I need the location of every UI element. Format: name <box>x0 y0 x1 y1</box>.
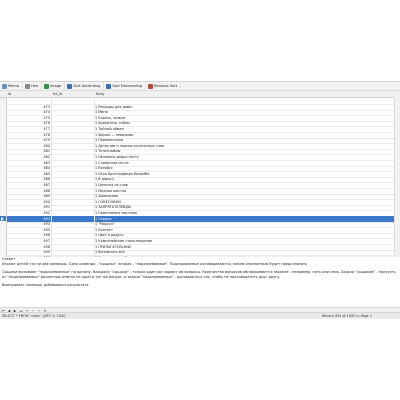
grid-header: id tid_id Body <box>0 91 400 98</box>
toolbar-button-sort-descending[interactable]: Sort Descending <box>104 82 147 90</box>
toolbar: Memo Hex Image Sort Ascending Sort Descendin… <box>0 82 400 91</box>
app-window: Memo Hex Image Sort Ascending Sort Descendin… <box>0 81 400 319</box>
sort-ascending-icon <box>67 83 73 89</box>
detail-paragraph-1: Играют детей что ни две команды. Одна ко… <box>2 262 308 266</box>
toolbar-button-image[interactable]: Image <box>42 82 66 90</box>
detail-paragraph-3: Выигрывает команда, добившаяся результат… <box>2 283 89 287</box>
column-header-tid[interactable]: tid_id <box>53 92 62 96</box>
status-query: SELECT * FROM `main` LIMIT 0, 1000 <box>2 314 66 318</box>
hex-icon <box>25 83 31 89</box>
sort-descending-icon <box>106 83 112 89</box>
toolbar-button-label: Sort Descending <box>112 84 143 88</box>
status-bar: SELECT * FROM `main` LIMIT 0, 1000 Recor… <box>0 312 400 319</box>
toolbar-button-label: Remove Sort <box>154 84 178 88</box>
current-row-arrow-icon <box>1 216 4 221</box>
toolbar-button-hex[interactable]: Hex <box>23 82 42 90</box>
data-grid[interactable]: id tid_id Body 473 1 Рекорды для дамы 474 1… <box>0 91 400 262</box>
toolbar-button-sort-ascending[interactable]: Sort Ascending <box>65 82 105 90</box>
memo-icon <box>2 83 7 89</box>
toolbar-button-label: Hex <box>31 84 38 88</box>
toolbar-button-label: Memo <box>8 84 20 88</box>
toolbar-button-memo[interactable]: Memo <box>0 82 24 90</box>
column-header-id[interactable]: id <box>8 92 11 96</box>
column-header-body[interactable]: Body <box>96 92 105 96</box>
detail-pane: Секрет Играют детей что ни две команды. … <box>0 257 400 307</box>
vertical-scrollbar[interactable] <box>394 97 400 255</box>
detail-paragraph-2: Сыщики вызывают "подозреваемых" по одном… <box>2 270 396 279</box>
toolbar-button-label: Image <box>50 84 62 88</box>
toolbar-button-remove-sort[interactable]: Remove Sort <box>146 82 182 90</box>
status-record: Record 493 of 1000 in Page 1 <box>322 314 373 318</box>
remove-sort-icon <box>148 83 154 89</box>
toolbar-button-label: Sort Ascending <box>73 84 101 88</box>
image-icon <box>44 83 49 89</box>
